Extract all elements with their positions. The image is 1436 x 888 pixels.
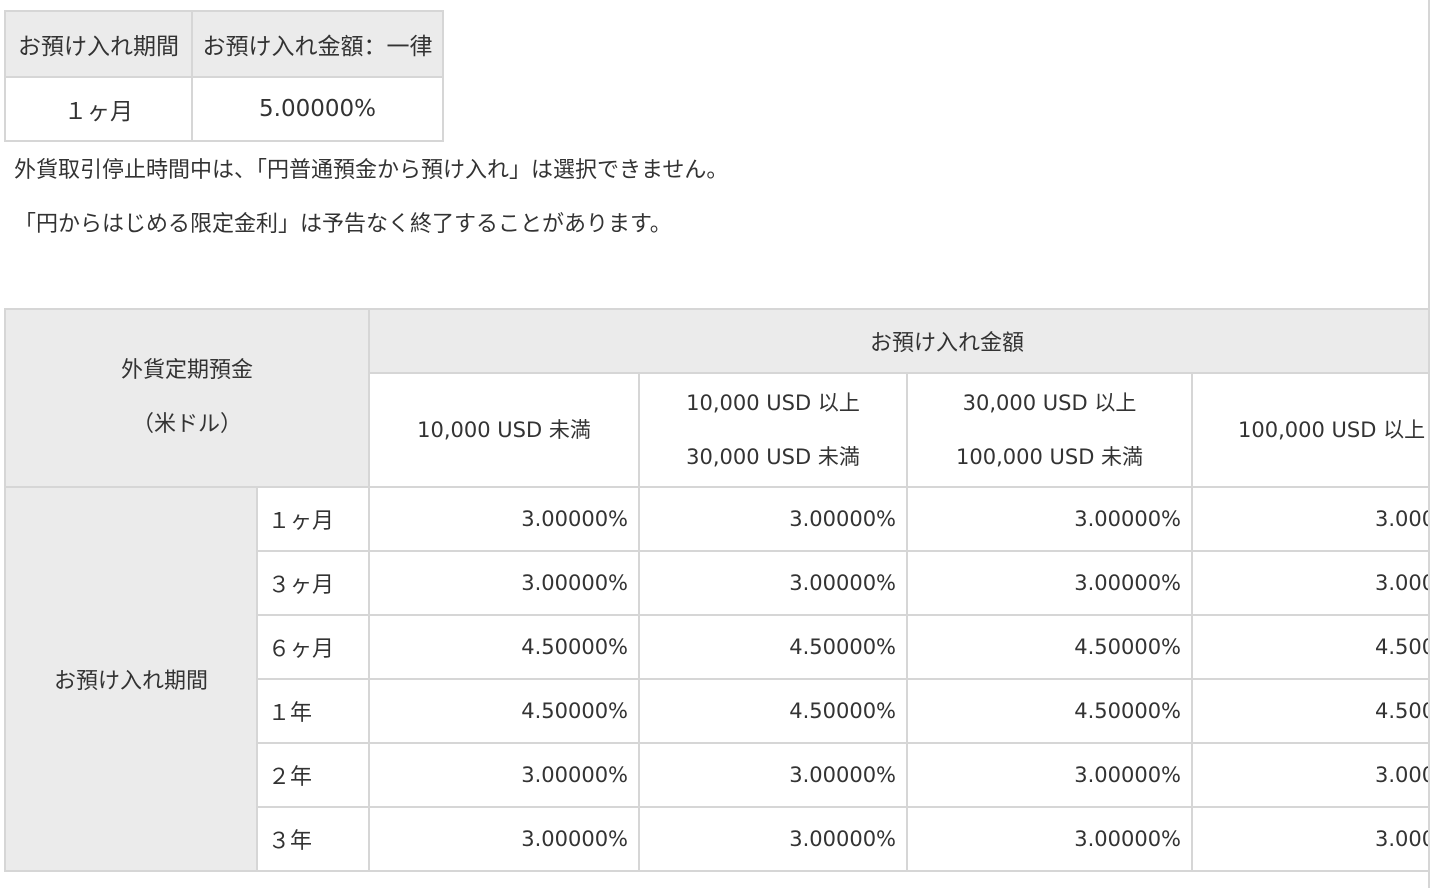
note-trading-suspension: 外貨取引停止時間中は、「円普通預金から預け入れ」は選択できません。 bbox=[14, 158, 729, 183]
period-header: お預け入れ期間 bbox=[4, 486, 258, 872]
rate-cell: 4.50000% bbox=[368, 678, 641, 744]
amount-range-lower: 10,000 USD 未満 bbox=[417, 418, 591, 442]
rate-cell: 3.00000% bbox=[638, 742, 909, 808]
period-cell: １ヶ月 bbox=[4, 76, 193, 142]
amount-range-lower: 10,000 USD 以上 bbox=[686, 391, 860, 415]
period-cell: １ヶ月 bbox=[255, 486, 371, 552]
amount-column-header-3: 30,000 USD 以上 100,000 USD 未満 bbox=[906, 372, 1194, 488]
corner-title: 外貨定期預金 bbox=[121, 358, 254, 383]
rate-cell: 3.00000% bbox=[638, 550, 909, 616]
rate-cell: 4.50000% bbox=[638, 678, 909, 744]
period-cell: １年 bbox=[255, 678, 371, 744]
right-edge-border bbox=[1428, 0, 1430, 888]
period-cell: ３ヶ月 bbox=[255, 550, 371, 616]
amount-column-header-4: 100,000 USD 以上 bbox=[1191, 372, 1430, 488]
amount-header: お預け入れ金額 bbox=[368, 308, 1430, 374]
rate-cell: 4.50000% bbox=[638, 614, 909, 680]
rate-cell: 3.00000% bbox=[368, 486, 641, 552]
rate-cell: 4.50000% bbox=[906, 614, 1194, 680]
rate-cell: 3.00000% bbox=[368, 550, 641, 616]
period-cell: ３年 bbox=[255, 806, 371, 872]
amount-column-header-1: 10,000 USD 未満 bbox=[368, 372, 641, 488]
rate-cell: 3.00000% bbox=[1191, 806, 1430, 872]
rate-cell: 3.00000% bbox=[906, 742, 1194, 808]
rate-cell: 3.00000% bbox=[906, 550, 1194, 616]
amount-range-upper: 100,000 USD 未満 bbox=[955, 445, 1144, 469]
rate-cell: 3.00000% bbox=[638, 486, 909, 552]
table-row: お預け入れ期間１ヶ月3.00000%3.00000%3.00000%3.0000… bbox=[4, 486, 1430, 872]
single-rate-table: お預け入れ期間 お預け入れ金額：一律 １ヶ月 5.00000% bbox=[4, 10, 444, 142]
period-cell: ２年 bbox=[255, 742, 371, 808]
amount-range-lower: 30,000 USD 以上 bbox=[962, 391, 1137, 415]
amount-range-upper: 30,000 USD 未満 bbox=[686, 445, 860, 469]
rate-table-viewport[interactable]: 外貨定期預金 （米ドル） お預け入れ金額 10,000 USD 未満 10,000… bbox=[0, 308, 1430, 888]
rate-cell: 3.00000% bbox=[368, 742, 641, 808]
rate-cell: 4.50000% bbox=[1191, 614, 1430, 680]
header-deposit-amount-flat: お預け入れ金額：一律 bbox=[191, 10, 444, 78]
amount-column-header-2: 10,000 USD 以上 30,000 USD 未満 bbox=[638, 372, 909, 488]
fx-time-deposit-rate-table: 外貨定期預金 （米ドル） お預け入れ金額 10,000 USD 未満 10,000… bbox=[3, 308, 1430, 872]
rate-cell: 4.50000% bbox=[368, 614, 641, 680]
note-limited-rate: 「円からはじめる限定金利」は予告なく終了することがあります。 bbox=[14, 212, 672, 237]
rate-cell: 3.00000% bbox=[906, 486, 1194, 552]
rate-cell: 4.50000% bbox=[906, 678, 1194, 744]
rate-cell: 3.00000% bbox=[368, 806, 641, 872]
rate-cell: 3.00000% bbox=[1191, 550, 1430, 616]
rate-cell: 3.00000% bbox=[1191, 742, 1430, 808]
rate-cell: 3.00000% bbox=[906, 806, 1194, 872]
period-cell: ６ヶ月 bbox=[255, 614, 371, 680]
amount-header-label: お預け入れ金額 bbox=[870, 331, 1025, 356]
rate-cell: 4.50000% bbox=[1191, 678, 1430, 744]
amount-range-lower: 100,000 USD 以上 bbox=[1238, 418, 1426, 442]
rate-cell: 5.00000% bbox=[191, 76, 444, 142]
header-deposit-period: お預け入れ期間 bbox=[4, 10, 193, 78]
corner-currency: （米ドル） bbox=[132, 412, 243, 437]
corner-header: 外貨定期預金 （米ドル） bbox=[3, 308, 371, 488]
rate-cell: 3.00000% bbox=[1191, 486, 1430, 552]
rate-cell: 3.00000% bbox=[638, 806, 909, 872]
